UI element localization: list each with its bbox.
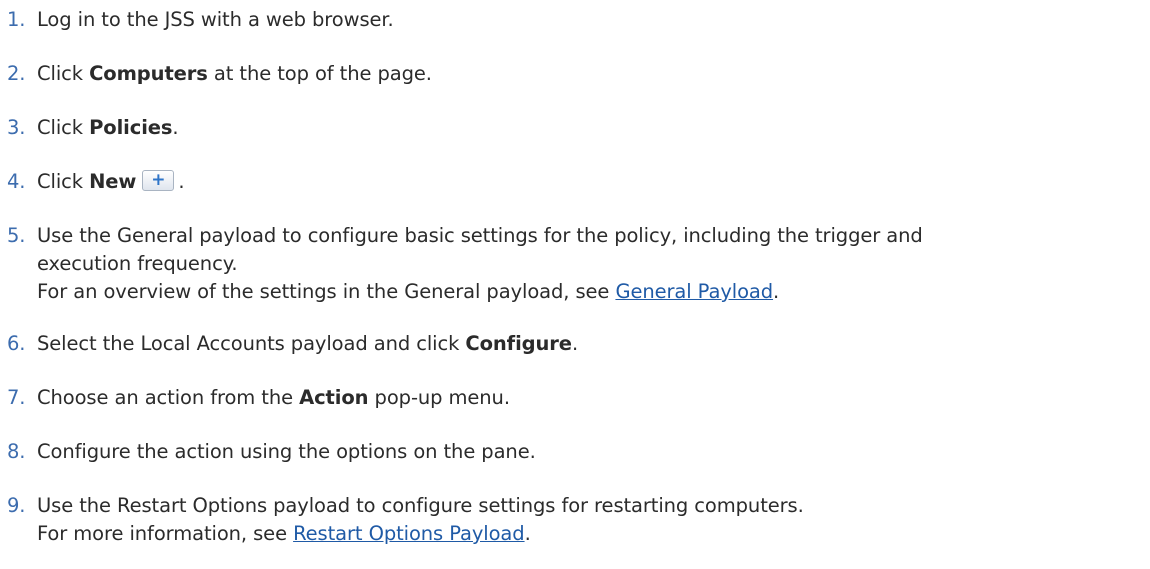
step-text: Configure the action using the options o… xyxy=(37,440,536,463)
step-text: Use the Restart Options payload to confi… xyxy=(37,494,804,545)
ui-term-configure: Configure xyxy=(465,332,572,355)
step-number: 3. xyxy=(7,116,26,139)
restart-options-payload-link[interactable]: Restart Options Payload xyxy=(293,522,525,545)
new-button-image: + xyxy=(142,170,175,191)
step-text: Select the Local Accounts payload and cl… xyxy=(37,332,579,355)
step-number: 4. xyxy=(7,170,26,193)
step-number: 9. xyxy=(7,494,26,517)
ui-term-policies: Policies xyxy=(89,116,173,139)
step-text: Choose an action from the Action pop-up … xyxy=(37,386,510,409)
step-number: 6. xyxy=(7,332,26,355)
ui-term-action: Action xyxy=(299,386,369,409)
step-text: Click New +. xyxy=(37,170,185,193)
step-text: Use the General payload to configure bas… xyxy=(37,224,923,303)
ui-term-computers: Computers xyxy=(89,62,208,85)
step-number: 8. xyxy=(7,440,26,463)
ui-term-new: New xyxy=(89,170,137,193)
step-number: 7. xyxy=(7,386,26,409)
step-text: Log in to the JSS with a web browser. xyxy=(37,8,394,31)
plus-icon: + xyxy=(151,170,166,190)
step-text: Click Policies. xyxy=(37,116,179,139)
step-number: 5. xyxy=(7,224,26,247)
step-text: Click Computers at the top of the page. xyxy=(37,62,432,85)
step-number: 1. xyxy=(7,8,26,31)
general-payload-link[interactable]: General Payload xyxy=(615,280,773,303)
step-number: 2. xyxy=(7,62,26,85)
